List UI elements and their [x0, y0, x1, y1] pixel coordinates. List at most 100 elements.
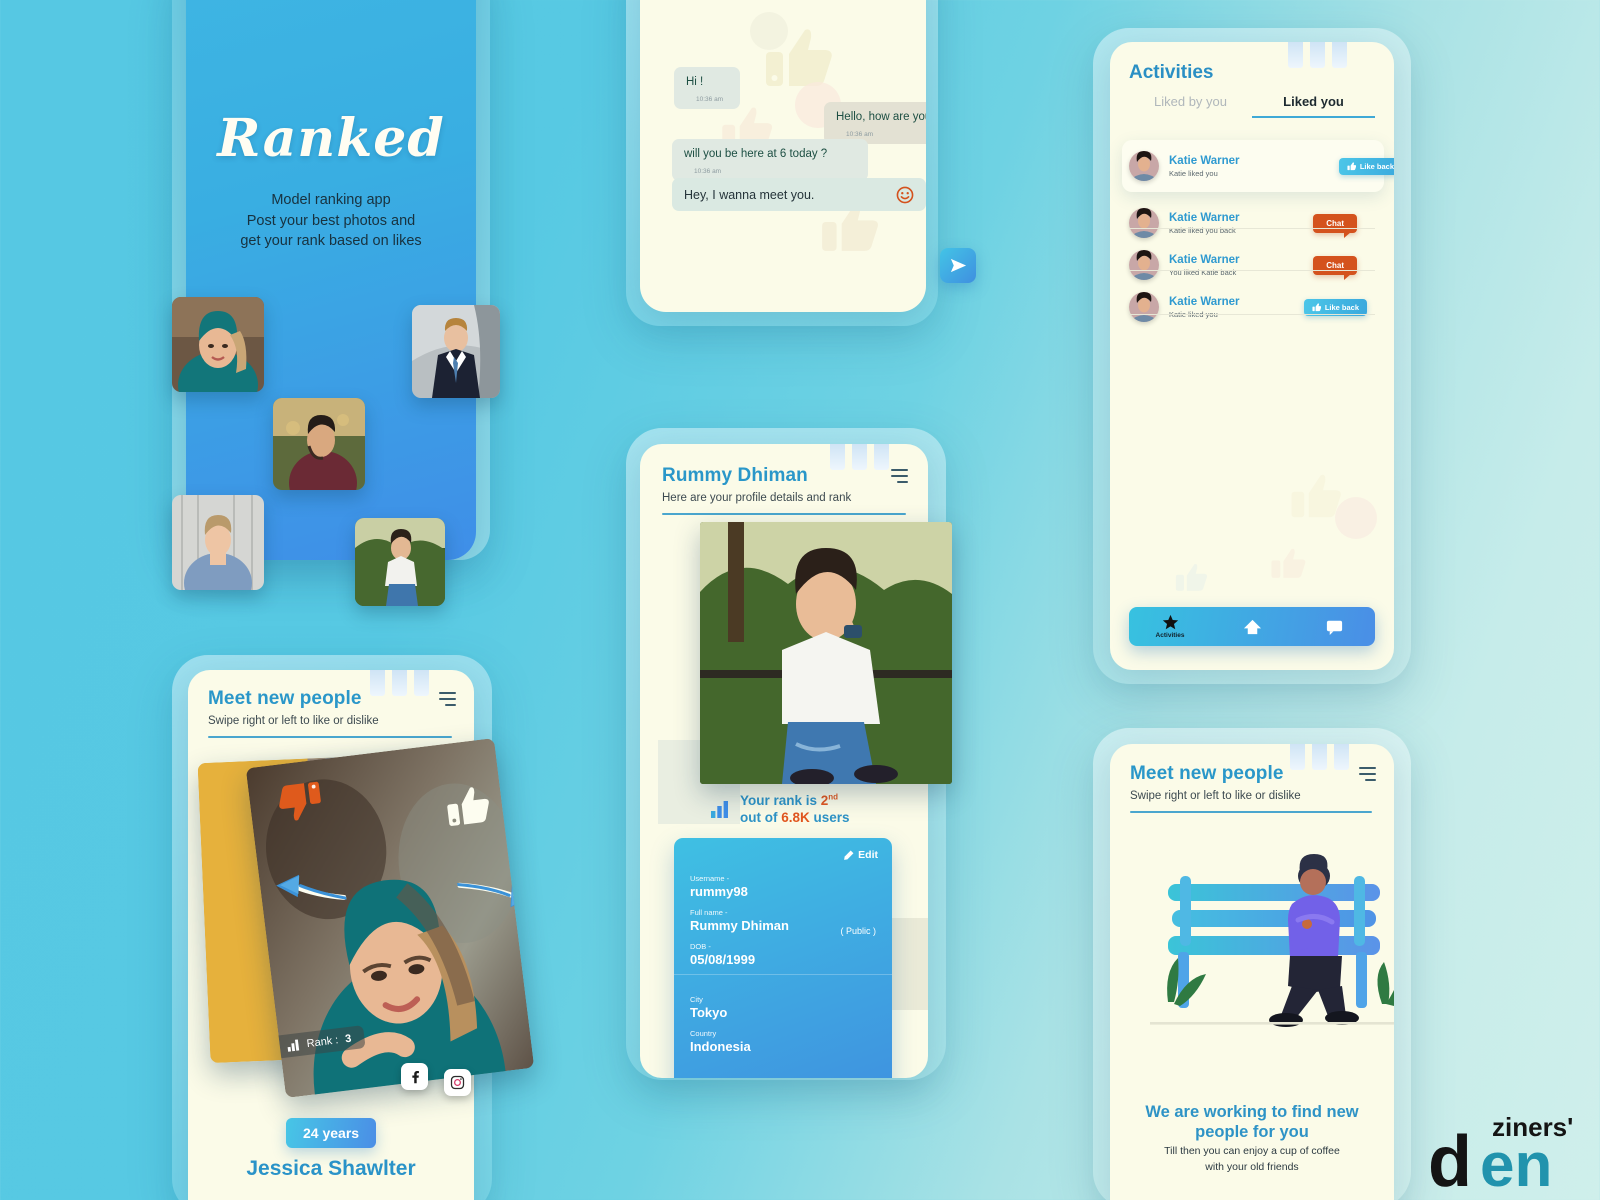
facebook-button[interactable]	[401, 1063, 428, 1090]
profile-subtitle: Here are your profile details and rank	[662, 492, 852, 504]
title-divider	[1130, 811, 1372, 813]
chat-bubble-incoming-2: will you be here at 6 today ? 10:36 am	[672, 139, 868, 181]
card-divider	[674, 974, 892, 975]
hero-thumb-woman-denim	[172, 495, 264, 590]
bar-chart-icon	[287, 1039, 300, 1052]
row-divider	[1129, 228, 1375, 229]
app-tagline: Model ranking app Post your best photos …	[186, 190, 476, 252]
empty-body-line-2: with your old friends	[1205, 1160, 1299, 1173]
field-label-city: City	[690, 995, 703, 1004]
field-label-fullname: Full name -	[690, 908, 728, 917]
row-divider	[1129, 314, 1375, 315]
nav-item-chat[interactable]	[1293, 617, 1375, 636]
activity-text: Katie Warner Katie liked you back	[1169, 212, 1313, 235]
thumbs-up-decoration-icon-3	[1175, 564, 1208, 591]
rank-badge-value: 3	[344, 1032, 353, 1045]
menu-icon[interactable]	[1359, 767, 1376, 781]
activity-text: Katie Warner You liked Katie back	[1169, 254, 1313, 277]
avatar	[1129, 151, 1159, 181]
chat-timestamp: 10:36 am	[846, 131, 874, 138]
tagline-line-2: Post your best photos and	[246, 212, 416, 229]
empty-body-line-1: Till then you can enjoy a cup of coffee	[1164, 1145, 1340, 1157]
like-back-label: Like back	[1324, 302, 1359, 312]
status-notch	[1288, 42, 1347, 68]
hero-thumb-man-in-suit	[412, 305, 500, 398]
nav-label-activities: Activities	[1155, 632, 1185, 639]
brand-logo: ziners' d en	[1422, 1100, 1582, 1200]
page-title: Activities	[1129, 62, 1214, 83]
rank-total: 6.8K	[781, 810, 810, 826]
rank-prefix: Your rank is	[740, 793, 821, 808]
chat-message-list[interactable]: Hi ! 10:36 am Hello, how are you ? 10:36…	[640, 0, 926, 312]
age-badge: 24 years	[286, 1118, 377, 1148]
thumbs-up-decoration-icon-2	[1271, 548, 1306, 578]
activity-name: Katie Warner	[1169, 211, 1240, 224]
home-icon	[1243, 619, 1261, 635]
hero-thumb-man-maroon-shirt	[273, 398, 365, 490]
tab-liked-by-you[interactable]: Liked by you	[1129, 94, 1252, 118]
tagline-line-3: get your rank based on likes	[240, 233, 422, 250]
activity-row[interactable]: Katie Warner Katie liked you Like back	[1129, 284, 1375, 330]
chat-button[interactable]: Chat	[1313, 213, 1357, 238]
thumbs-down-icon	[279, 781, 321, 821]
visibility-tag: ( Public )	[840, 926, 876, 936]
circle-decoration	[750, 12, 788, 50]
tab-liked-you[interactable]: Liked you	[1252, 94, 1375, 118]
activity-text: Katie Warner Katie liked you	[1169, 155, 1339, 178]
nav-item-home[interactable]	[1211, 617, 1293, 636]
thumbs-up-icon	[1312, 302, 1321, 311]
avatar	[1129, 208, 1159, 238]
edit-button[interactable]: Edit	[843, 849, 878, 861]
send-icon	[950, 258, 966, 273]
empty-body: Till then you can enjoy a cup of coffee …	[1126, 1144, 1378, 1176]
menu-icon[interactable]	[891, 469, 908, 483]
meet-subtitle: Swipe right or left to like or dislike	[208, 715, 379, 727]
meet-people-empty-screen: Meet new people Swipe right or left to l…	[1110, 744, 1394, 1200]
instagram-button[interactable]	[444, 1069, 471, 1096]
bar-chart-icon	[711, 801, 728, 819]
activity-row[interactable]: Katie Warner Katie liked you Like back	[1122, 140, 1394, 192]
activity-desc: Katie liked you	[1169, 168, 1218, 178]
like-back-button[interactable]: Like back	[1338, 157, 1394, 175]
rank-users-label: users	[809, 810, 850, 826]
activity-name: Katie Warner	[1169, 295, 1240, 308]
empty-title: Meet new people	[1130, 763, 1284, 784]
meet-title: Meet new people	[208, 688, 362, 709]
star-icon	[1162, 614, 1178, 630]
rank-text: Your rank is 2nd out of 6.8K users	[740, 792, 850, 827]
like-back-button[interactable]: Like back	[1303, 298, 1367, 316]
send-button[interactable]	[940, 248, 976, 283]
field-value-city: Tokyo	[690, 1005, 728, 1020]
chat-bubble-outgoing: Hello, how are you ? 10:36 am	[824, 102, 926, 144]
activity-text: Katie Warner Katie liked you	[1169, 296, 1304, 319]
smiley-icon[interactable]	[896, 186, 914, 204]
profile-photo[interactable]	[700, 522, 952, 784]
circle-decoration	[1335, 497, 1377, 539]
person-name: Jessica Shawlter	[246, 1157, 416, 1180]
menu-icon[interactable]	[439, 692, 456, 706]
swipe-card-active[interactable]: Rank : 3	[245, 738, 535, 1098]
activity-name: Katie Warner	[1169, 154, 1240, 167]
chat-button[interactable]: Chat	[1313, 255, 1357, 280]
like-back-label: Like back	[1359, 161, 1394, 171]
empty-heading: We are working to find new people for yo…	[1145, 1103, 1359, 1142]
profile-info-card: Edit Username - rummy98 Full name - Rumm…	[674, 838, 892, 1078]
thumbs-up-icon	[1347, 161, 1356, 170]
activity-row[interactable]: Katie Warner Katie liked you back Chat	[1129, 200, 1375, 246]
arrow-right-icon	[456, 882, 534, 908]
activity-desc: You liked Katie back	[1169, 267, 1237, 277]
activity-desc: Katie liked you back	[1169, 225, 1236, 235]
activities-tabs: Liked by you Liked you	[1129, 94, 1375, 118]
rank-badge-label: Rank :	[305, 1033, 339, 1050]
chat-icon	[1326, 620, 1342, 636]
chat-timestamp: 10:36 am	[696, 96, 724, 103]
activity-row[interactable]: Katie Warner You liked Katie back Chat	[1129, 242, 1375, 288]
avatar	[1129, 250, 1159, 280]
message-input-value: Hey, I wanna meet you.	[684, 187, 815, 202]
message-input[interactable]: Hey, I wanna meet you.	[672, 178, 926, 211]
chat-screen: Hi ! 10:36 am Hello, how are you ? 10:36…	[640, 0, 926, 312]
chat-text: Hello, how are you ?	[836, 111, 926, 123]
nav-item-activities[interactable]: Activities	[1129, 614, 1211, 639]
facebook-icon	[411, 1070, 419, 1083]
app-title: Ranked	[217, 108, 445, 169]
